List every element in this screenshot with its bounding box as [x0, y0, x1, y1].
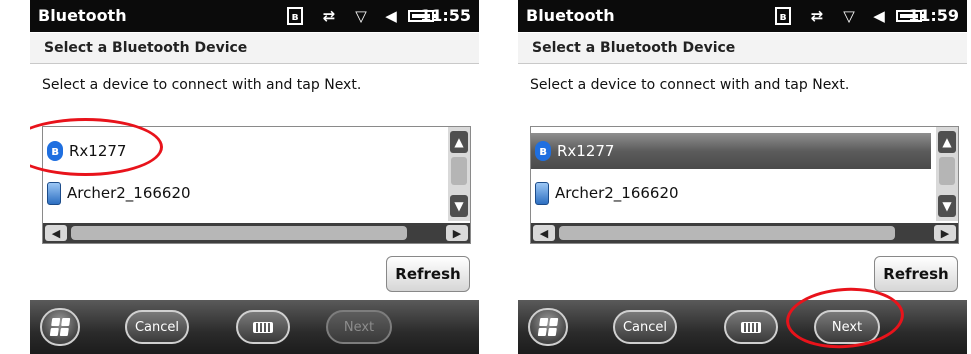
- scroll-down-icon[interactable]: ▼: [450, 195, 468, 217]
- bluetooth-status-icon: ʙ: [287, 7, 303, 25]
- volume-icon: ◀: [385, 7, 397, 25]
- vertical-scrollbar[interactable]: ▲ ▼: [448, 127, 470, 221]
- device-item-archer2[interactable]: Archer2_166620: [43, 175, 443, 211]
- bluetooth-icon: ʙ: [535, 141, 551, 161]
- scroll-down-icon[interactable]: ▼: [938, 195, 956, 217]
- phone-device-icon: [535, 181, 549, 205]
- scroll-thumb[interactable]: [451, 157, 467, 185]
- next-button[interactable]: Next: [326, 310, 392, 344]
- phone-device-icon: [47, 181, 61, 205]
- start-button[interactable]: [40, 308, 80, 346]
- keyboard-icon: [741, 321, 761, 333]
- page-header: Select a Bluetooth Device: [30, 33, 479, 64]
- volume-icon: ◀: [873, 7, 885, 25]
- scroll-right-icon[interactable]: ▶: [934, 225, 956, 241]
- status-title: Bluetooth: [38, 6, 127, 25]
- scroll-thumb[interactable]: [71, 226, 407, 240]
- screen-before: Bluetooth ʙ ⇄ ▽ ◀ 11:55 Select a Bluetoo…: [30, 0, 479, 354]
- page-title: Select a Bluetooth Device: [532, 40, 736, 56]
- windows-logo-icon: [537, 318, 559, 336]
- status-title: Bluetooth: [526, 6, 615, 25]
- keyboard-icon: [253, 321, 273, 333]
- scroll-up-icon[interactable]: ▲: [938, 131, 956, 153]
- page-title: Select a Bluetooth Device: [44, 40, 248, 56]
- refresh-button[interactable]: Refresh: [386, 256, 470, 292]
- horizontal-scrollbar[interactable]: ◀ ▶: [43, 223, 470, 243]
- start-button[interactable]: [528, 308, 568, 346]
- no-signal-icon: ▽: [355, 7, 367, 25]
- device-item-rx1277[interactable]: ʙ Rx1277: [531, 133, 931, 169]
- bottom-bar: Cancel Next: [30, 300, 479, 354]
- device-list[interactable]: ʙ Rx1277 Archer2_166620 ▲ ▼ ◀ ▶: [530, 126, 959, 244]
- no-signal-icon: ▽: [843, 7, 855, 25]
- windows-logo-icon: [49, 318, 71, 336]
- keyboard-button[interactable]: [236, 310, 290, 344]
- scroll-up-icon[interactable]: ▲: [450, 131, 468, 153]
- status-bar: Bluetooth ʙ ⇄ ▽ ◀ 11:59: [518, 0, 967, 32]
- sync-arrows-icon: ⇄: [322, 7, 336, 25]
- clock: 11:55: [420, 6, 471, 25]
- screen-after: Bluetooth ʙ ⇄ ▽ ◀ 11:59 Select a Bluetoo…: [518, 0, 967, 354]
- cancel-button[interactable]: Cancel: [125, 310, 189, 344]
- sync-arrows-icon: ⇄: [810, 7, 824, 25]
- scroll-left-icon[interactable]: ◀: [45, 225, 67, 241]
- cancel-button[interactable]: Cancel: [613, 310, 677, 344]
- device-item-archer2[interactable]: Archer2_166620: [531, 175, 931, 211]
- refresh-button[interactable]: Refresh: [874, 256, 958, 292]
- bluetooth-status-icon: ʙ: [775, 7, 791, 25]
- clock: 11:59: [908, 6, 959, 25]
- vertical-scrollbar[interactable]: ▲ ▼: [936, 127, 958, 221]
- scroll-right-icon[interactable]: ▶: [446, 225, 468, 241]
- horizontal-scrollbar[interactable]: ◀ ▶: [531, 223, 958, 243]
- instructions-text: Select a device to connect with and tap …: [530, 77, 850, 93]
- device-label: Rx1277: [557, 142, 615, 160]
- status-bar: Bluetooth ʙ ⇄ ▽ ◀ 11:55: [30, 0, 479, 32]
- scroll-thumb[interactable]: [559, 226, 895, 240]
- instructions-text: Select a device to connect with and tap …: [42, 77, 362, 93]
- page-header: Select a Bluetooth Device: [518, 33, 967, 64]
- scroll-thumb[interactable]: [939, 157, 955, 185]
- scroll-left-icon[interactable]: ◀: [533, 225, 555, 241]
- device-label: Archer2_166620: [67, 184, 191, 202]
- keyboard-button[interactable]: [724, 310, 778, 344]
- device-label: Archer2_166620: [555, 184, 679, 202]
